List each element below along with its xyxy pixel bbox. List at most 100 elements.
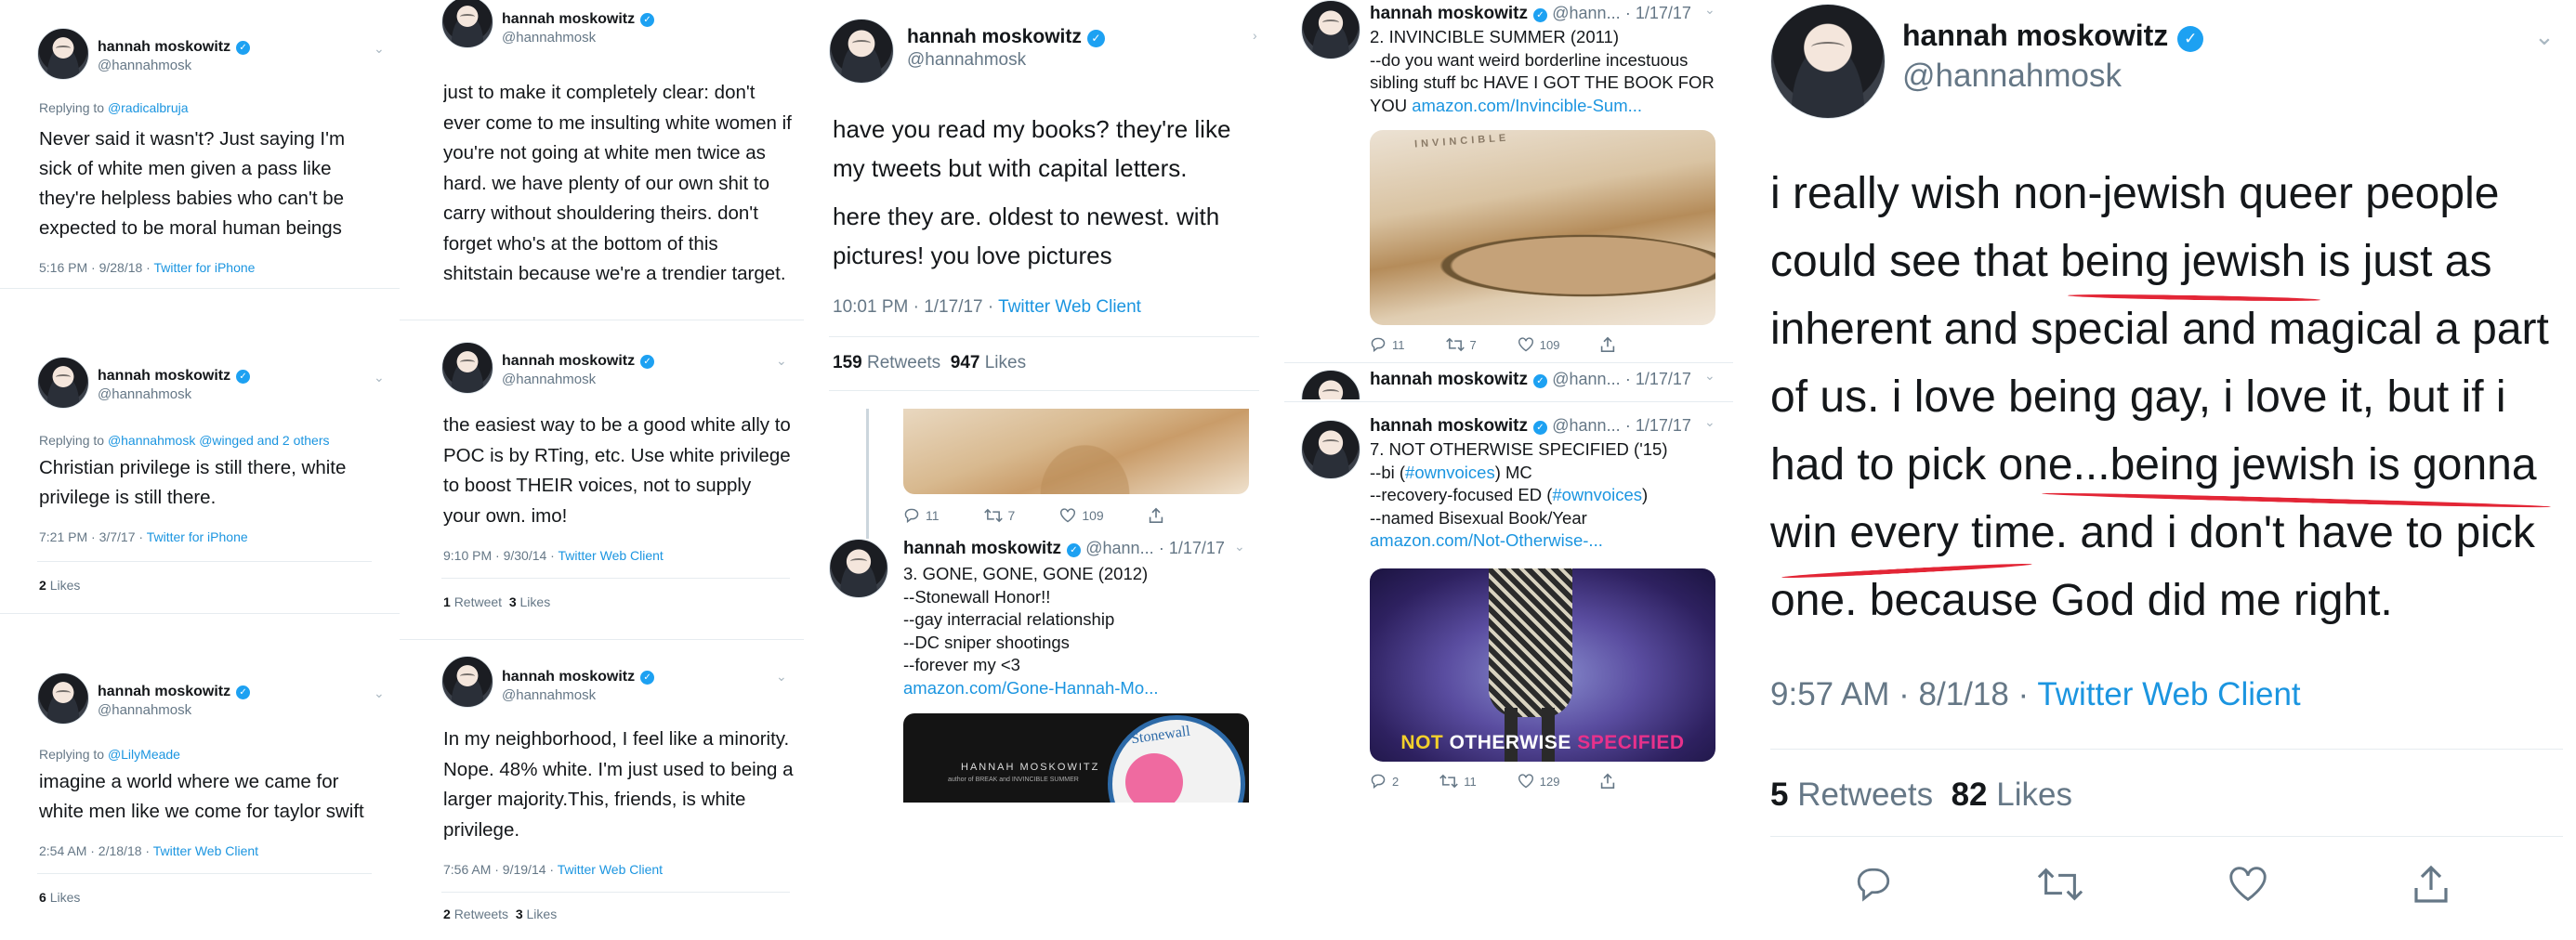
retweet-icon [2037, 868, 2083, 901]
author-handle[interactable]: @hannahmosk [98, 702, 191, 718]
chevron-down-icon[interactable]: ⌄ [1704, 414, 1715, 430]
client-link[interactable]: Twitter Web Client [558, 548, 663, 563]
author-handle[interactable]: @hannahmosk [502, 687, 596, 703]
share-button[interactable] [2412, 864, 2450, 905]
tweet-meta: 2:54 AM · 2/18/18 · Twitter Web Client [39, 843, 259, 858]
avatar[interactable] [37, 357, 89, 409]
like-button[interactable] [2228, 864, 2268, 905]
column-5: hannah moskowitz ✓ @hannahmosk ⌄ i really… [1742, 0, 2576, 940]
reply-button[interactable]: 11 [903, 507, 940, 524]
reply-to-link[interactable]: @LilyMeade [108, 747, 180, 762]
author-name[interactable]: hannah moskowitz ✓ [502, 353, 655, 370]
author-handle[interactable]: @hannahmosk [1902, 58, 2122, 95]
likes-count[interactable]: 2 Likes [39, 578, 80, 593]
author-name[interactable]: hannah moskowitz ✓ [502, 11, 655, 28]
share-button[interactable] [1600, 773, 1615, 790]
retweet-button[interactable]: 11 [1439, 773, 1477, 790]
share-button[interactable] [1600, 336, 1615, 353]
reply-to-link[interactable]: @radicalbruja [108, 100, 189, 115]
author-name[interactable]: hannah moskowitz ✓ [907, 26, 1105, 48]
like-button[interactable]: 109 [1518, 336, 1559, 353]
author-handle[interactable]: @hannahmosk [502, 372, 596, 387]
author-name[interactable]: hannah moskowitz ✓ [98, 368, 251, 385]
hashtag-link[interactable]: #ownvoices [1552, 485, 1642, 504]
avatar[interactable] [441, 656, 493, 708]
avatar[interactable] [37, 672, 89, 725]
chevron-down-icon[interactable]: › [1253, 28, 1257, 43]
retweet-button[interactable]: 7 [1445, 336, 1477, 353]
amazon-link[interactable]: amazon.com/Not-Otherwise-... [1370, 529, 1728, 553]
author-name[interactable]: hannah moskowitz ✓ @hann... · 1/17/17 [1370, 4, 1691, 24]
book-cover-image[interactable] [903, 409, 1249, 494]
text-line: --DC sniper shootings [903, 632, 1070, 652]
like-button[interactable]: 109 [1059, 507, 1104, 524]
author-name[interactable]: hannah moskowitz ✓ @hann... · 1/17/17 [903, 539, 1225, 559]
author-name[interactable]: hannah moskowitz ✓ [1902, 19, 2204, 53]
chevron-down-icon[interactable]: ⌄ [776, 669, 787, 685]
retweet-button[interactable] [2037, 864, 2083, 905]
like-button[interactable]: 129 [1518, 773, 1559, 790]
avatar[interactable] [441, 342, 493, 394]
author-name[interactable]: hannah moskowitz ✓ [98, 684, 251, 700]
book-cover-image[interactable]: HANNAH MOSKOWITZ author of BREAK and INV… [903, 713, 1249, 803]
tweet-meta: 9:10 PM · 9/30/14 · Twitter Web Client [443, 548, 664, 563]
tweet-stats[interactable]: 5 Retweets 82 Likes [1770, 777, 2072, 814]
chevron-down-icon[interactable]: ⌄ [374, 685, 385, 701]
tweet-stats[interactable]: 2 Retweets 3 Likes [443, 907, 557, 921]
reply-button[interactable] [1854, 864, 1893, 905]
client-link[interactable]: Twitter Web Client [153, 843, 258, 858]
amazon-link[interactable]: amazon.com/Invincible-Sum... [1412, 96, 1642, 115]
book-cover-image[interactable]: INVINCIBLE [1370, 130, 1715, 325]
author-handle[interactable]: @hannahmosk [98, 58, 191, 73]
author-name[interactable]: hannah moskowitz ✓ [98, 39, 251, 56]
tweet-stats[interactable]: 1 Retweet 3 Likes [443, 594, 550, 609]
author-name[interactable]: hannah moskowitz ✓ @hann... · 1/17/17 [1370, 416, 1691, 437]
likes-count[interactable]: 6 Likes [39, 890, 80, 905]
client-link[interactable]: Twitter for iPhone [147, 529, 248, 544]
chevron-down-icon[interactable]: ⌄ [1704, 368, 1715, 384]
chevron-down-icon[interactable]: ⌄ [374, 370, 385, 385]
share-button[interactable] [1149, 507, 1163, 524]
tweet-text-2: here they are. oldest to newest. with pi… [833, 202, 1220, 269]
divider [1284, 401, 1733, 402]
client-link[interactable]: Twitter Web Client [558, 862, 663, 877]
avatar[interactable] [829, 19, 894, 84]
author-name[interactable]: hannah moskowitz ✓ @hann... · 1/17/17 [1370, 370, 1691, 390]
book-cover-image[interactable]: NOT OTHERWISE SPECIFIED [1370, 568, 1715, 762]
chevron-down-icon[interactable]: ⌄ [1704, 2, 1715, 18]
chevron-down-icon[interactable]: ⌄ [776, 353, 787, 369]
reply-button[interactable]: 11 [1370, 336, 1405, 353]
reply-to-link[interactable]: @hannahmosk @winged and 2 others [108, 433, 330, 448]
avatar[interactable] [829, 539, 888, 598]
cover-author: HANNAH MOSKOWITZ [961, 762, 1100, 773]
divider [37, 873, 372, 874]
avatar[interactable] [1301, 0, 1360, 59]
author-handle[interactable]: @hannahmosk [502, 30, 596, 46]
tweet-actions: 11 7 109 [903, 507, 1163, 524]
author-handle[interactable]: @hannahmosk [98, 386, 191, 402]
avatar[interactable] [1301, 370, 1360, 399]
tweet-stats[interactable]: 159 Retweets 947 Likes [833, 353, 1026, 373]
avatar[interactable] [441, 0, 493, 48]
avatar[interactable] [1770, 4, 1886, 119]
reply-context: Replying to @hannahmosk @winged and 2 ot… [39, 433, 330, 448]
text-line: --gay interracial relationship [903, 609, 1115, 629]
hashtag-link[interactable]: #ownvoices [1405, 463, 1495, 482]
reply-button[interactable]: 2 [1370, 773, 1399, 790]
tweet-meta: 7:21 PM · 3/7/17 · Twitter for iPhone [39, 529, 248, 544]
chevron-down-icon[interactable]: ⌄ [2534, 22, 2555, 51]
verified-badge-icon: ✓ [1532, 421, 1547, 435]
reply-icon [904, 508, 919, 523]
verified-badge-icon: ✓ [1066, 543, 1081, 557]
author-handle[interactable]: @hannahmosk [907, 50, 1026, 71]
avatar[interactable] [1301, 420, 1360, 479]
avatar[interactable] [37, 28, 89, 80]
client-link[interactable]: Twitter Web Client [998, 297, 1141, 317]
chevron-down-icon[interactable]: ⌄ [1234, 539, 1245, 555]
chevron-down-icon[interactable]: ⌄ [374, 41, 385, 57]
amazon-link[interactable]: amazon.com/Gone-Hannah-Mo... [903, 677, 1256, 700]
author-name[interactable]: hannah moskowitz ✓ [502, 669, 655, 685]
client-link[interactable]: Twitter Web Client [2037, 676, 2300, 712]
retweet-button[interactable]: 7 [983, 507, 1015, 524]
client-link[interactable]: Twitter for iPhone [153, 260, 255, 275]
